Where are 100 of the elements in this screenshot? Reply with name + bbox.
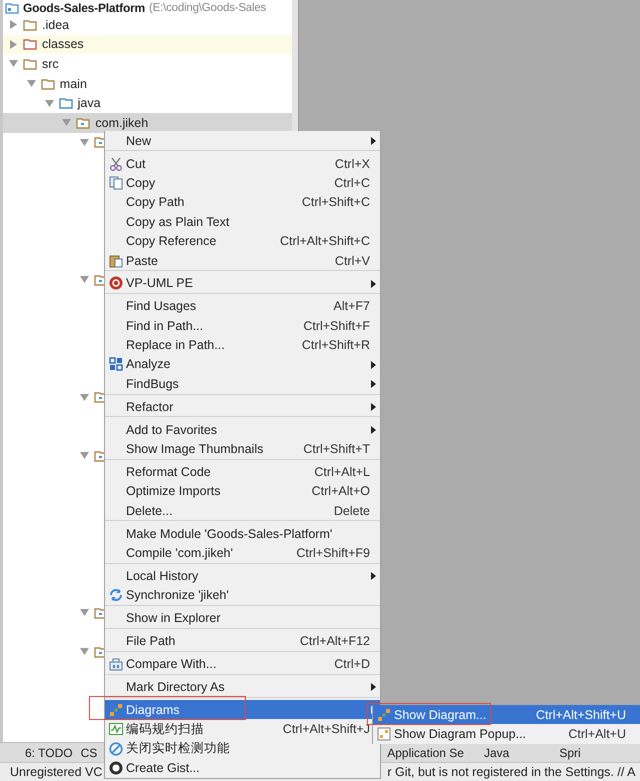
- menu-item[interactable]: File Path Ctrl+Alt+F12: [105, 631, 380, 651]
- menu-item[interactable]: FindBugs: [105, 374, 380, 394]
- shortcut-text: Ctrl+Alt+O: [312, 484, 370, 498]
- shortcut-text: Ctrl+Alt+Shift+C: [280, 234, 370, 248]
- menu-item[interactable]: Reformat Code Ctrl+Alt+L: [105, 462, 380, 482]
- menu-item-label: Copy as Plain Text: [126, 214, 230, 229]
- shortcut-text: Ctrl+Shift+F: [303, 318, 370, 333]
- chart-icon: [108, 722, 122, 736]
- menu-item-label: Find Usages: [126, 299, 198, 314]
- tool-tab[interactable]: Java: [484, 746, 510, 760]
- menu-item-label: Cut: [126, 156, 146, 171]
- expand-arrow-icon[interactable]: [80, 608, 90, 618]
- menu-item[interactable]: Find Usages Alt+F7: [105, 296, 380, 316]
- project-name[interactable]: Goods-Sales-Platform: [23, 0, 146, 14]
- expand-arrow-icon[interactable]: [80, 647, 90, 656]
- menu-item[interactable]: Copy Path Ctrl+Shift+C: [105, 192, 380, 212]
- tree-item-label[interactable]: classes: [42, 37, 84, 52]
- menu-item[interactable]: New: [105, 131, 380, 150]
- todo-tab[interactable]: 6: TODO: [25, 746, 73, 760]
- menu-item-label: 关闭实时检测功能: [126, 740, 231, 758]
- submenu-arrow-icon: [371, 360, 376, 369]
- expand-arrow-icon[interactable]: [62, 118, 72, 128]
- tree-item-label[interactable]: main: [60, 76, 87, 91]
- tree-item-label[interactable]: src: [42, 56, 59, 71]
- menu-item[interactable]: Compile 'com.jikeh' Ctrl+Shift+F9: [105, 543, 380, 563]
- menu-item[interactable]: Show Image Thumbnails Ctrl+Shift+T: [105, 439, 380, 459]
- menu-item-label: Show Diagram...: [394, 708, 486, 722]
- menu-item[interactable]: Synchronize 'jikeh': [105, 586, 380, 605]
- submenu-arrow-icon: [371, 403, 376, 412]
- menu-item-label: Copy: [126, 176, 156, 190]
- menu-item[interactable]: VP-UML PE: [105, 274, 380, 294]
- shortcut-text: Delete: [334, 504, 370, 518]
- shortcut-text: Ctrl+Shift+T: [303, 442, 370, 456]
- menu-item[interactable]: Copy Ctrl+C: [105, 173, 380, 193]
- collapse-arrow-icon[interactable]: [9, 20, 18, 30]
- menu-item-label: Copy Path: [126, 195, 186, 210]
- menu-item-label: Show Image Thumbnails: [126, 442, 264, 456]
- menu-item[interactable]: Create Gist...: [105, 758, 380, 778]
- shortcut-text: Ctrl+D: [334, 656, 370, 671]
- shortcut-text: Ctrl+Shift+R: [302, 338, 370, 352]
- menu-item[interactable]: Show Diagram... Ctrl+Alt+Shift+U: [373, 705, 640, 724]
- tree-item-label[interactable]: .idea: [42, 18, 70, 32]
- expand-arrow-icon[interactable]: [80, 451, 90, 460]
- sync-icon: [108, 588, 122, 602]
- menu-item[interactable]: Compare With... Ctrl+D: [105, 654, 380, 674]
- submenu-arrow-icon: [371, 683, 376, 692]
- menu-item[interactable]: Mark Directory As: [105, 677, 380, 697]
- menu-item[interactable]: Replace in Path... Ctrl+Shift+R: [105, 335, 380, 355]
- menu-item-label: File Path: [126, 634, 176, 648]
- expand-arrow-icon[interactable]: [80, 275, 90, 284]
- menu-item[interactable]: Make Module 'Goods-Sales-Platform': [105, 524, 380, 544]
- menu-item[interactable]: Optimize Imports Ctrl+Alt+O: [105, 482, 380, 502]
- menu-item-label: Compile 'com.jikeh': [126, 546, 234, 560]
- expand-arrow-icon[interactable]: [80, 392, 90, 402]
- project-icon: [5, 2, 19, 14]
- shortcut-text: Alt+F7: [334, 299, 370, 314]
- menu-item-label: Show in Explorer: [126, 611, 222, 626]
- logo-icon: [108, 276, 122, 290]
- shortcut-text: Ctrl+Alt+L: [314, 464, 370, 479]
- expand-arrow-icon[interactable]: [9, 59, 18, 68]
- menu-item[interactable]: Cut Ctrl+X: [105, 154, 380, 174]
- tree-item-label[interactable]: java: [78, 96, 101, 110]
- menu-item-label: Copy Reference: [126, 234, 218, 248]
- tool-tab[interactable]: CS: [80, 746, 98, 760]
- menu-item[interactable]: Add to Favorites: [105, 420, 380, 440]
- expand-arrow-icon[interactable]: [80, 138, 90, 147]
- shortcut-text: Ctrl+C: [334, 176, 370, 190]
- expand-arrow-icon[interactable]: [44, 98, 54, 108]
- menu-item[interactable]: Copy Reference Ctrl+Alt+Shift+C: [105, 231, 380, 251]
- submenu-arrow-icon: [371, 380, 376, 388]
- menu-item-label: Compare With...: [126, 656, 218, 671]
- menu-item-label: VP-UML PE: [126, 276, 194, 290]
- menu-item[interactable]: Local History: [105, 566, 380, 586]
- menu-item-label: 编码规约扫描: [126, 720, 205, 738]
- menu-item[interactable]: Refactor: [105, 397, 380, 416]
- menu-item[interactable]: Paste Ctrl+V: [105, 250, 380, 270]
- expand-arrow-icon[interactable]: [26, 79, 36, 88]
- menu-item[interactable]: Delete... Delete: [105, 501, 380, 520]
- project-path: (E:\coding\Goods-Sales: [149, 2, 266, 14]
- tool-tab[interactable]: Application Se: [387, 746, 464, 760]
- folder-icon: [58, 97, 73, 110]
- copy-icon: [108, 176, 122, 190]
- status-text: r Git, but is not registered in the Settings. // A: [387, 765, 636, 779]
- menu-item-label: Diagrams: [126, 702, 180, 717]
- menu-item[interactable]: Analyze: [105, 354, 380, 374]
- menu-item[interactable]: Copy as Plain Text: [105, 212, 380, 232]
- menu-item-label: Replace in Path...: [126, 338, 226, 352]
- menu-item-label: Make Module 'Goods-Sales-Platform': [126, 526, 334, 541]
- diagram-icon: [108, 702, 122, 717]
- menu-item[interactable]: Show in Explorer: [105, 608, 380, 628]
- menu-item[interactable]: Find in Path... Ctrl+Shift+F: [105, 316, 380, 336]
- menu-item[interactable]: Diagrams: [105, 700, 380, 720]
- tool-tab[interactable]: Spri: [559, 746, 581, 760]
- menu-item-label: Reformat Code: [126, 464, 212, 479]
- collapse-arrow-icon[interactable]: [9, 40, 18, 49]
- selected-tree-row[interactable]: com.jikeh: [3, 112, 292, 133]
- tree-item-label[interactable]: com.jikeh: [95, 116, 148, 130]
- menu-item-label: Mark Directory As: [126, 680, 226, 694]
- compare-icon: [108, 656, 122, 671]
- shortcut-text: Ctrl+Alt+Shift+U: [536, 708, 626, 722]
